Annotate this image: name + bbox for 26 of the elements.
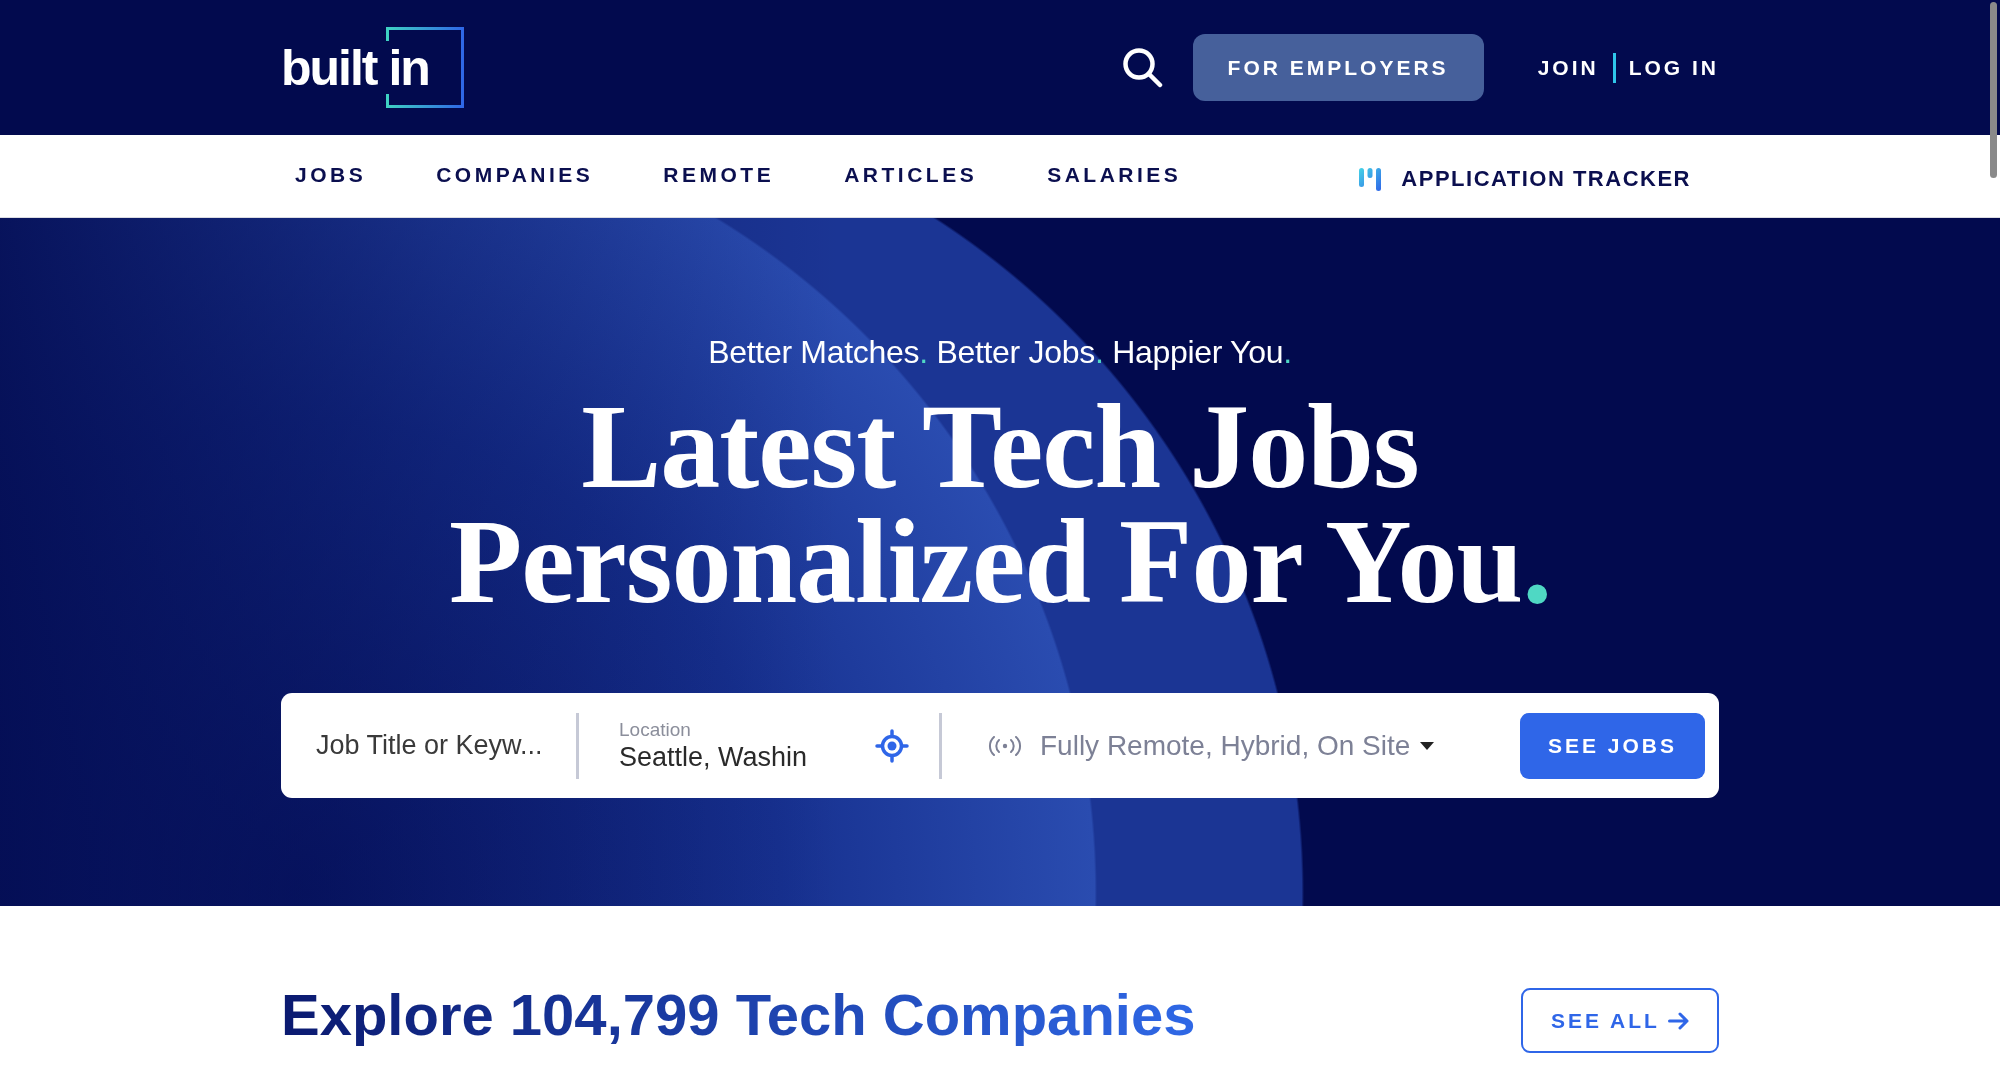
work-type-dropdown[interactable]: Fully Remote, Hybrid, On Site — [1040, 724, 1435, 767]
scrollbar-thumb[interactable] — [1990, 2, 1997, 178]
search-icon[interactable] — [1121, 47, 1163, 88]
bracket-frame-icon — [386, 27, 464, 108]
nav-link[interactable]: ARTICLES — [844, 158, 978, 194]
hero-headline: Latest Tech Jobs Personalized For You. — [448, 389, 1552, 619]
broadcast-icon — [988, 735, 1022, 756]
arrow-right-icon — [1667, 1010, 1689, 1031]
crosshair-icon[interactable] — [875, 728, 909, 763]
bars-icon — [1359, 167, 1382, 191]
location-label: Location — [619, 718, 691, 741]
tagline-text: Better Matches. Better Jobs. Happier You. — [708, 333, 1292, 372]
logo-link[interactable]: built in — [281, 27, 464, 108]
nav-link[interactable]: SALARIES — [1047, 158, 1182, 194]
nav-link[interactable]: JOBS — [295, 158, 367, 194]
caret-icon — [1420, 741, 1435, 750]
see-all-button[interactable]: SEE ALL — [1521, 988, 1719, 1053]
keyword-input[interactable]: Job Title or Keyw... — [316, 725, 576, 766]
see-jobs-button[interactable]: SEE JOBS — [1519, 712, 1705, 779]
account-link[interactable]: JOIN — [1537, 57, 1599, 78]
location-input[interactable]: Seattle, Washin — [619, 740, 844, 773]
nav-link[interactable]: COMPANIES — [436, 158, 594, 194]
nav-link[interactable]: REMOTE — [663, 158, 775, 194]
for-employers-button[interactable]: FOR EMPLOYERS — [1192, 34, 1484, 101]
account-link[interactable]: LOG IN — [1628, 57, 1719, 78]
application-tracker-link[interactable]: APPLICATION TRACKER — [1359, 161, 1691, 191]
